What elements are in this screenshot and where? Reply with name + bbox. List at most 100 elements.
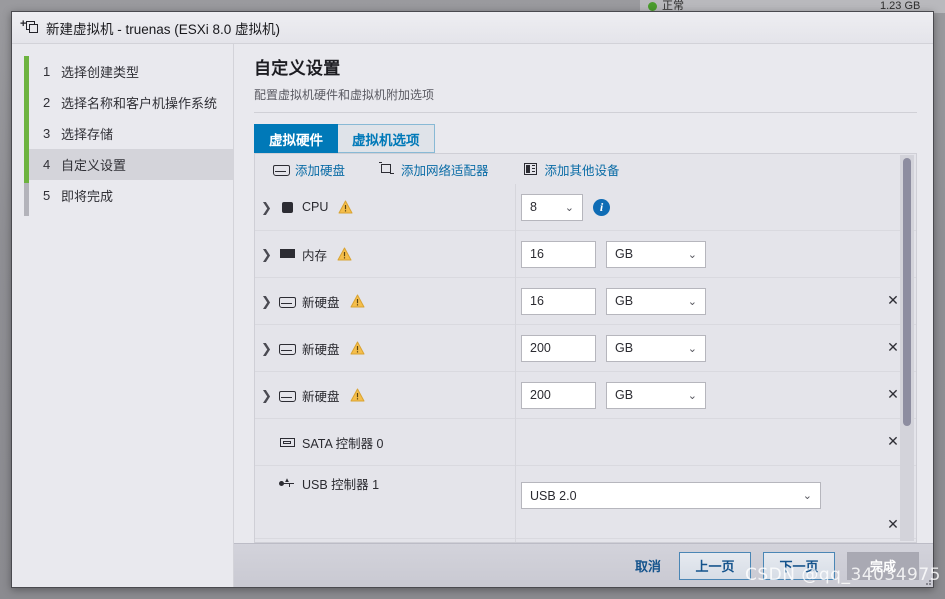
remove-device-button[interactable]: ✕ bbox=[887, 341, 899, 355]
step-number: 5 bbox=[43, 188, 51, 203]
step-label: 选择创建类型 bbox=[61, 65, 140, 80]
new-vm-icon: + bbox=[20, 18, 42, 37]
next-button[interactable]: 下一页 bbox=[763, 551, 835, 580]
memory-size-value: 16 bbox=[530, 247, 544, 261]
tab-vm-options[interactable]: 虚拟机选项 bbox=[338, 124, 435, 153]
chevron-down-icon: ⌄ bbox=[687, 295, 697, 308]
back-button[interactable]: 上一页 bbox=[679, 551, 751, 580]
device-value-cell bbox=[515, 419, 870, 465]
chevron-down-icon: ⌄ bbox=[687, 342, 697, 355]
new-vm-dialog: + 新建虚拟机 - truenas (ESXi 8.0 虚拟机) 1 选择创建类… bbox=[11, 11, 934, 588]
tab-virtual-hardware[interactable]: 虚拟硬件 bbox=[254, 124, 338, 153]
device-label-cell: SATA 控制器 0 bbox=[255, 419, 515, 465]
background-status-dot bbox=[648, 2, 657, 11]
device-label-cell: ❯ CPU bbox=[255, 184, 515, 230]
step-label: 选择存储 bbox=[61, 127, 114, 142]
resize-grip[interactable] bbox=[921, 575, 931, 585]
dialog-titlebar: + 新建虚拟机 - truenas (ESXi 8.0 虚拟机) bbox=[12, 12, 933, 44]
table-row: ❯ CPU 8 ⌄ i bbox=[255, 184, 916, 231]
cpu-icon bbox=[279, 200, 296, 214]
scrollbar-thumb[interactable] bbox=[903, 158, 911, 426]
wizard-step-2[interactable]: 2 选择名称和客户机操作系统 bbox=[29, 87, 233, 118]
chevron-right-icon[interactable]: ❯ bbox=[261, 201, 273, 214]
add-hard-disk-label: 添加硬盘 bbox=[295, 163, 346, 178]
chevron-right-icon[interactable]: ❯ bbox=[261, 389, 273, 402]
device-value-cell: 8 ⌄ i bbox=[515, 184, 870, 230]
hardware-device-list: ❯ CPU 8 ⌄ i ❯ 内存 16 GB ⌄ ❯ 新硬盘 16 GB ⌄ ✕… bbox=[255, 184, 916, 542]
disk-unit-value: GB bbox=[615, 294, 634, 308]
info-icon[interactable]: i bbox=[593, 198, 610, 216]
remove-device-button[interactable]: ✕ bbox=[887, 294, 899, 308]
disk-size-value: 200 bbox=[530, 388, 551, 402]
wizard-step-5[interactable]: 5 即将完成 bbox=[29, 180, 233, 211]
wizard-step-4[interactable]: 4 自定义设置 bbox=[29, 149, 233, 180]
usb-controller-icon bbox=[279, 476, 296, 490]
disk-icon bbox=[279, 294, 296, 308]
disk-unit-select[interactable]: GB ⌄ bbox=[606, 381, 706, 409]
step-number: 3 bbox=[43, 126, 51, 141]
warning-icon bbox=[350, 388, 365, 402]
memory-unit-select[interactable]: GB ⌄ bbox=[606, 240, 706, 268]
virtual-hardware-panel: 添加硬盘 添加网络适配器 添加其他设备 ❯ CPU 8 ⌄ i ❯ 内存 16 … bbox=[254, 153, 917, 543]
step-label: 选择名称和客户机操作系统 bbox=[61, 96, 218, 111]
page-title: 自定义设置 bbox=[254, 59, 341, 78]
warning-icon bbox=[350, 294, 365, 308]
wizard-content: 自定义设置 配置虚拟机硬件和虚拟机附加选项 虚拟硬件 虚拟机选项 添加硬盘 添加… bbox=[234, 44, 933, 587]
other-device-icon bbox=[523, 162, 538, 176]
device-name: 新硬盘 bbox=[302, 342, 340, 357]
add-network-adapter-button[interactable]: 添加网络适配器 bbox=[379, 160, 489, 179]
device-label-cell: ❯ 新硬盘 bbox=[255, 372, 515, 418]
remove-device-button[interactable]: ✕ bbox=[887, 388, 899, 402]
chevron-down-icon: ⌄ bbox=[802, 490, 812, 502]
step-number: 2 bbox=[43, 95, 51, 110]
memory-unit-value: GB bbox=[615, 247, 634, 261]
tab-bar: 虚拟硬件 虚拟机选项 bbox=[234, 113, 933, 153]
hardware-list-scrollbar[interactable] bbox=[900, 155, 914, 541]
disk-size-input[interactable]: 16 bbox=[521, 287, 596, 315]
network-adapter-icon bbox=[379, 162, 395, 176]
device-label-cell: ❯ 新硬盘 bbox=[255, 278, 515, 324]
content-header: 自定义设置 配置虚拟机硬件和虚拟机附加选项 bbox=[234, 44, 933, 113]
chevron-right-icon[interactable]: ❯ bbox=[261, 342, 273, 355]
cpu-count-select[interactable]: 8 ⌄ bbox=[521, 193, 583, 221]
add-hard-disk-button[interactable]: 添加硬盘 bbox=[273, 160, 345, 179]
hardware-toolbar: 添加硬盘 添加网络适配器 添加其他设备 bbox=[255, 154, 916, 184]
device-value-cell: 16 GB ⌄ bbox=[515, 231, 870, 277]
disk-size-input[interactable]: 200 bbox=[521, 334, 596, 362]
disk-unit-select[interactable]: GB ⌄ bbox=[606, 334, 706, 362]
wizard-step-3[interactable]: 3 选择存储 bbox=[29, 118, 233, 149]
device-name: SATA 控制器 0 bbox=[302, 436, 384, 451]
disk-size-input[interactable]: 200 bbox=[521, 381, 596, 409]
chevron-down-icon: ⌄ bbox=[687, 389, 697, 402]
device-label-cell: USB 控制器 1 bbox=[255, 466, 515, 500]
remove-device-button[interactable]: ✕ bbox=[887, 518, 899, 532]
warning-icon bbox=[338, 200, 353, 214]
step-number: 1 bbox=[43, 64, 51, 79]
wizard-steps: 1 选择创建类型 2 选择名称和客户机操作系统 3 选择存储 4 自定义设置 5… bbox=[12, 44, 234, 587]
memory-size-input[interactable]: 16 bbox=[521, 240, 596, 268]
warning-icon bbox=[350, 341, 365, 355]
disk-size-value: 16 bbox=[530, 294, 544, 308]
disk-icon bbox=[279, 341, 296, 355]
add-other-device-button[interactable]: 添加其他设备 bbox=[523, 160, 620, 179]
wizard-step-1[interactable]: 1 选择创建类型 bbox=[29, 56, 233, 87]
disk-unit-select[interactable]: GB ⌄ bbox=[606, 287, 706, 315]
disk-unit-value: GB bbox=[615, 388, 634, 402]
chevron-right-icon[interactable]: ❯ bbox=[261, 295, 273, 308]
remove-device-button[interactable]: ✕ bbox=[887, 435, 899, 449]
dialog-title: 新建虚拟机 - truenas (ESXi 8.0 虚拟机) bbox=[46, 21, 281, 37]
cancel-button[interactable]: 取消 bbox=[629, 556, 667, 575]
device-name: CPU bbox=[302, 200, 329, 214]
add-other-device-label: 添加其他设备 bbox=[544, 163, 620, 178]
device-name: USB 控制器 1 bbox=[302, 477, 380, 492]
finish-button: 完成 bbox=[847, 551, 919, 580]
table-row: ❯ 新硬盘 200 GB ⌄ ✕ bbox=[255, 372, 916, 419]
page-subtitle: 配置虚拟机硬件和虚拟机附加选项 bbox=[254, 88, 435, 102]
usb-version-select[interactable]: USB 2.0 ⌄ bbox=[521, 482, 821, 509]
disk-icon bbox=[273, 162, 290, 176]
column-divider bbox=[515, 184, 516, 542]
step-label: 即将完成 bbox=[61, 189, 114, 204]
add-network-adapter-label: 添加网络适配器 bbox=[401, 163, 489, 178]
chevron-right-icon[interactable]: ❯ bbox=[261, 248, 273, 261]
device-value-cell: 200 GB ⌄ bbox=[515, 325, 870, 371]
